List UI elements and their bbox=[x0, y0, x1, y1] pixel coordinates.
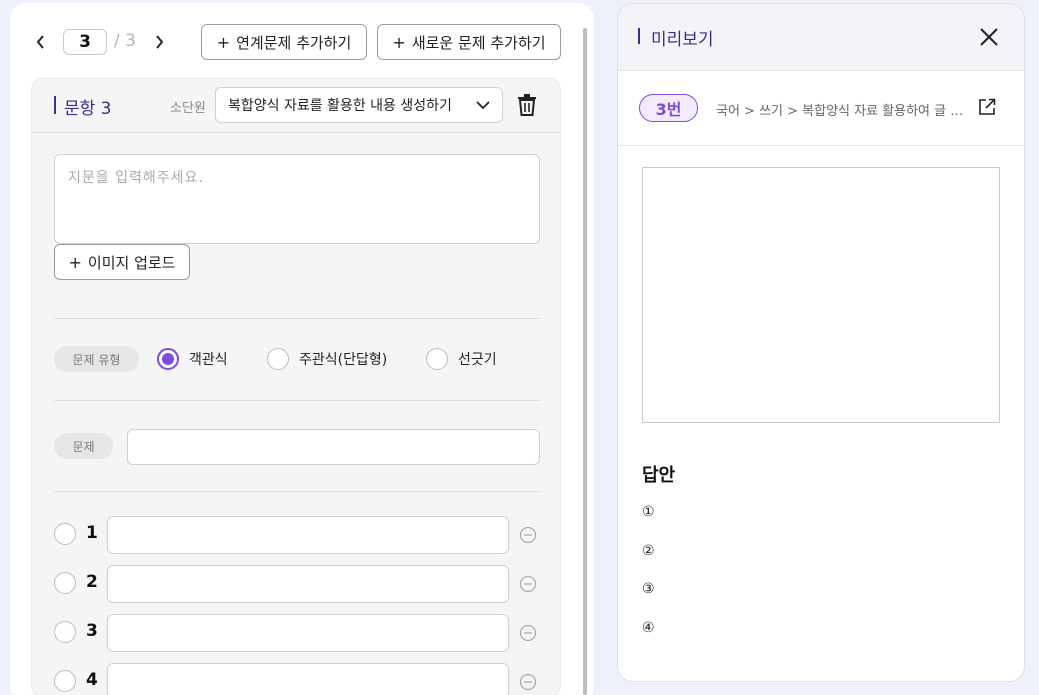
choice-input-2[interactable] bbox=[107, 565, 509, 603]
choice-number: 3 bbox=[86, 621, 98, 641]
type-option-short-answer[interactable]: 주관식(단답형) bbox=[267, 348, 387, 370]
chevron-down-icon bbox=[476, 101, 490, 110]
plus-icon: + bbox=[216, 32, 231, 52]
subunit-value: 복합양식 자료를 활용한 내용 생성하기 bbox=[228, 98, 452, 114]
title-accent-bar bbox=[54, 96, 56, 114]
choice-input-4[interactable] bbox=[107, 663, 509, 695]
minus-circle-icon[interactable] bbox=[519, 575, 537, 593]
image-upload-label: 이미지 업로드 bbox=[87, 253, 176, 272]
type-option-objective[interactable]: 객관식 bbox=[157, 348, 228, 370]
subunit-label: 소단원 bbox=[170, 101, 206, 116]
radio[interactable] bbox=[267, 348, 289, 370]
close-icon[interactable] bbox=[978, 26, 1000, 48]
page-total: / 3 bbox=[114, 31, 136, 51]
next-page-button[interactable] bbox=[149, 30, 169, 54]
passage-image-placeholder bbox=[642, 167, 1000, 423]
choice-radio-1[interactable] bbox=[54, 523, 76, 545]
chevron-left-icon bbox=[36, 35, 44, 49]
question-card-header: 문항 3 소단원 복합양식 자료를 활용한 내용 생성하기 bbox=[32, 79, 560, 133]
chevron-right-icon bbox=[156, 35, 164, 49]
add-new-question-button[interactable]: + 새로운 문제 추가하기 bbox=[377, 24, 561, 60]
question-label: 문제 bbox=[54, 433, 113, 459]
choice-input-3[interactable] bbox=[107, 614, 509, 652]
preview-header: 미리보기 bbox=[618, 4, 1024, 71]
divider bbox=[54, 491, 540, 492]
radio-selected[interactable] bbox=[157, 348, 179, 370]
type-option-matching[interactable]: 선긋기 bbox=[426, 348, 497, 370]
choice-number: 4 bbox=[86, 670, 98, 690]
question-number-badge: 3번 bbox=[639, 94, 698, 122]
scrollbar[interactable] bbox=[583, 28, 587, 695]
external-link-icon[interactable] bbox=[978, 98, 996, 116]
choice-input-1[interactable] bbox=[107, 516, 509, 554]
answer-title: 답안 bbox=[642, 465, 676, 486]
add-linked-question-button[interactable]: + 연계문제 추가하기 bbox=[201, 24, 367, 60]
title-accent-bar bbox=[638, 28, 640, 44]
passage-textarea[interactable] bbox=[54, 154, 540, 244]
divider bbox=[54, 400, 540, 401]
divider bbox=[54, 318, 540, 319]
choice-number: 2 bbox=[86, 572, 98, 592]
add-new-question-label: 새로운 문제 추가하기 bbox=[411, 33, 546, 52]
minus-circle-icon[interactable] bbox=[519, 624, 537, 642]
preview-panel: 미리보기 3번 국어 > 쓰기 > 복합양식 자료 활용하여 글 쓰기 답안 ①… bbox=[617, 3, 1025, 682]
type-option-label: 주관식(단답형) bbox=[299, 352, 388, 368]
answer-item: ② bbox=[642, 543, 655, 559]
minus-circle-icon[interactable] bbox=[519, 526, 537, 544]
type-option-label: 객관식 bbox=[189, 352, 228, 368]
image-upload-button[interactable]: + 이미지 업로드 bbox=[54, 244, 190, 280]
choice-radio-2[interactable] bbox=[54, 572, 76, 594]
answer-item: ④ bbox=[642, 620, 655, 636]
question-title: 문항 3 bbox=[64, 99, 112, 119]
choice-radio-3[interactable] bbox=[54, 621, 76, 643]
page-number-input[interactable] bbox=[63, 29, 107, 55]
answer-item: ③ bbox=[642, 581, 655, 597]
subunit-select[interactable]: 복합양식 자료를 활용한 내용 생성하기 bbox=[215, 87, 503, 123]
breadcrumb: 국어 > 쓰기 > 복합양식 자료 활용하여 글 쓰기 bbox=[716, 104, 968, 119]
question-input[interactable] bbox=[127, 429, 540, 465]
type-option-label: 선긋기 bbox=[458, 352, 497, 368]
add-linked-question-label: 연계문제 추가하기 bbox=[236, 33, 352, 52]
minus-circle-icon[interactable] bbox=[519, 673, 537, 691]
preview-info-row: 3번 국어 > 쓰기 > 복합양식 자료 활용하여 글 쓰기 bbox=[618, 71, 1024, 146]
question-card: 문항 3 소단원 복합양식 자료를 활용한 내용 생성하기 + 이미지 업로드 … bbox=[31, 78, 561, 695]
plus-icon: + bbox=[392, 32, 406, 52]
preview-title: 미리보기 bbox=[651, 30, 714, 50]
question-type-label: 문제 유형 bbox=[54, 346, 139, 372]
radio[interactable] bbox=[426, 348, 448, 370]
answer-item: ① bbox=[642, 504, 655, 520]
plus-icon: + bbox=[68, 252, 82, 272]
choice-number: 1 bbox=[86, 523, 98, 543]
choice-radio-4[interactable] bbox=[54, 670, 76, 692]
trash-icon[interactable] bbox=[517, 94, 537, 116]
prev-page-button[interactable] bbox=[31, 30, 51, 54]
